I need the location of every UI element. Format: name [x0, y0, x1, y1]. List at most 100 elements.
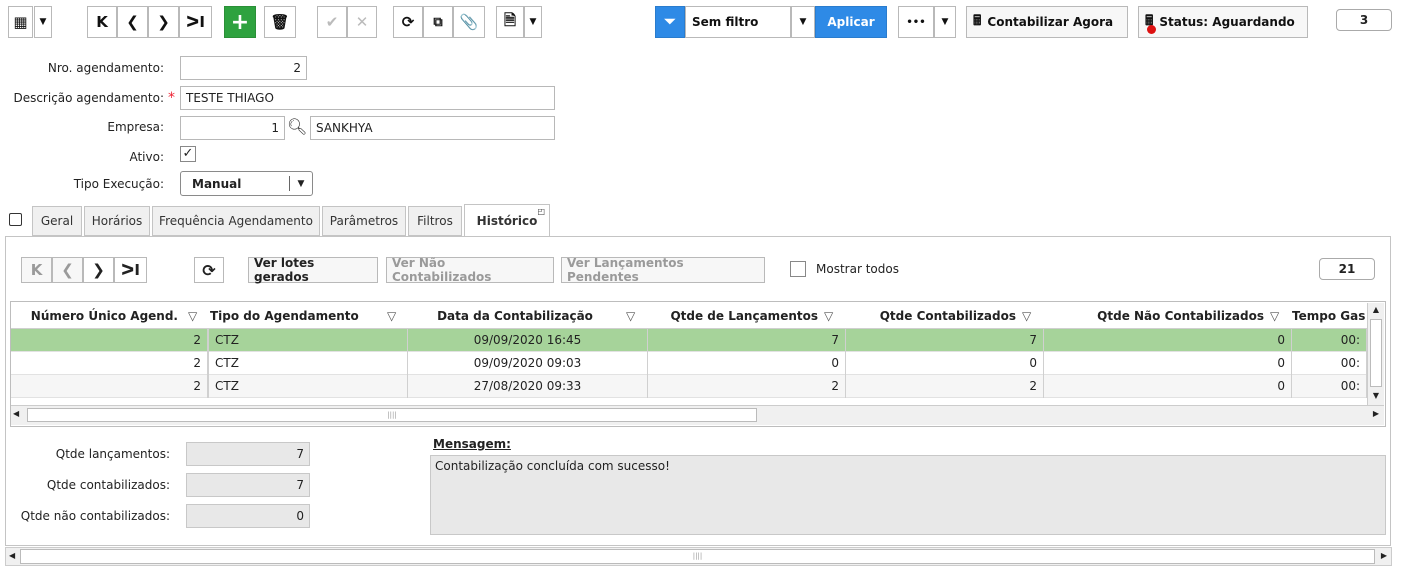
scroll-thumb[interactable]: ||||	[20, 549, 1375, 564]
grid-next-button[interactable]: ❯	[83, 257, 114, 283]
col-header-qtde-nao[interactable]: Qtde Não Contabilizados	[1044, 303, 1264, 329]
detach-icon[interactable]	[9, 213, 22, 226]
filter-select[interactable]: Sem filtro	[685, 6, 791, 38]
col-header-data[interactable]: Data da Contabilização	[408, 303, 622, 329]
table-cell: 2	[12, 352, 208, 375]
descricao-field[interactable]: TESTE THIAGO	[180, 86, 555, 110]
filter-icon-button[interactable]: ⏷	[655, 6, 685, 38]
qtde-nao-contabilizados-field: 0	[186, 504, 310, 528]
prev-icon: ❮	[61, 261, 74, 279]
scroll-left-icon[interactable]: ◀	[9, 551, 15, 560]
next-record-button[interactable]: ❯	[148, 6, 179, 38]
tab-geral[interactable]: Geral	[32, 206, 82, 236]
ativo-checkbox[interactable]: ✓	[180, 146, 196, 162]
scroll-left-icon[interactable]: ◀	[13, 409, 19, 418]
table-cell: CTZ	[208, 375, 408, 398]
filter-icon[interactable]: ▽	[824, 309, 833, 323]
tab-horarios[interactable]: Horários	[84, 206, 150, 236]
check-icon: ✓	[182, 146, 194, 161]
col-header-tempo[interactable]: Tempo Gas	[1292, 303, 1368, 329]
copy-button[interactable]: ⧉	[423, 6, 453, 38]
table-cell: 09/09/2020 09:03	[408, 352, 648, 375]
more-actions-button[interactable]: •••	[898, 6, 934, 38]
grid-view-dropdown[interactable]: ▼	[34, 6, 52, 38]
expand-tab-icon: ◰	[537, 207, 545, 216]
attach-button[interactable]: 📎	[453, 6, 485, 38]
contabilizar-agora-button[interactable]: 🖩 Contabilizar Agora	[966, 6, 1128, 38]
scroll-thumb[interactable]	[1370, 319, 1382, 387]
copy-icon: ⧉	[433, 14, 443, 30]
mostrar-todos-checkbox[interactable]	[790, 261, 806, 277]
filter-icon[interactable]: ▽	[387, 309, 396, 323]
grid-vertical-scrollbar[interactable]: ▲ ▼	[1367, 303, 1384, 405]
ver-lotes-button[interactable]: Ver lotes gerados	[248, 256, 378, 284]
grid-view-button[interactable]: ▦	[8, 6, 33, 38]
qtde-lancamentos-field: 7	[186, 442, 310, 466]
chevron-down-icon: ▼	[941, 17, 949, 27]
empresa-name-field[interactable]: SANKHYA	[310, 116, 555, 140]
export-button[interactable]: 🗎	[496, 6, 524, 38]
next-icon: ❯	[92, 261, 105, 279]
table-cell: 00:	[1292, 352, 1367, 375]
ver-nao-contabilizados-button[interactable]: Ver Não Contabilizados	[386, 256, 554, 284]
empresa-code-field[interactable]: 1	[180, 116, 285, 140]
nro-agendamento-field[interactable]: 2	[180, 56, 307, 80]
search-icon[interactable]: 🔍︎	[287, 117, 307, 136]
grid-first-button[interactable]: K	[21, 257, 52, 283]
table-cell: CTZ	[208, 329, 408, 352]
refresh-button[interactable]: ⟳	[393, 6, 423, 38]
filter-icon[interactable]: ▽	[626, 309, 635, 323]
scroll-down-icon[interactable]: ▼	[1368, 389, 1384, 403]
scroll-right-icon[interactable]: ▶	[1373, 409, 1379, 418]
filter-icon[interactable]: ▽	[1022, 309, 1031, 323]
col-header-numero[interactable]: Número Único Agend.	[12, 303, 182, 329]
tab-parametros[interactable]: Parâmetros	[322, 206, 406, 236]
more-actions-dropdown[interactable]: ▼	[934, 6, 956, 38]
grid-horizontal-scrollbar[interactable]: ◀ |||| ▶	[11, 405, 1384, 425]
col-header-tipo[interactable]: Tipo do Agendamento	[210, 303, 380, 329]
add-button[interactable]: +	[224, 6, 256, 38]
tab-historico[interactable]: Histórico ◰	[464, 204, 550, 237]
table-cell: 7	[846, 329, 1044, 352]
tab-filtros[interactable]: Filtros	[408, 206, 462, 236]
confirm-button[interactable]: ✔	[317, 6, 347, 38]
delete-button[interactable]: 🗑	[264, 6, 296, 38]
scroll-thumb[interactable]: ||||	[27, 408, 757, 422]
table-cell: 0	[846, 352, 1044, 375]
col-header-qtde-lanc[interactable]: Qtde de Lançamentos	[648, 303, 818, 329]
grid-refresh-button[interactable]: ⟳	[194, 257, 224, 283]
scroll-right-icon[interactable]: ▶	[1381, 551, 1387, 560]
first-icon: K	[30, 261, 43, 279]
filter-icon[interactable]: ▽	[1270, 309, 1279, 323]
table-cell: 7	[648, 329, 846, 352]
tab-frequencia[interactable]: Frequência Agendamento	[152, 206, 320, 236]
table-cell: 2	[12, 375, 208, 398]
table-cell: 00:	[1292, 329, 1367, 352]
status-calculator-icon: 🖩	[1145, 10, 1157, 34]
tipo-execucao-select[interactable]: Manual ▼	[180, 171, 313, 196]
qtde-contabilizados-field: 7	[186, 473, 310, 497]
cancel-button[interactable]: ✕	[347, 6, 377, 38]
filter-icon[interactable]: ▽	[188, 309, 197, 323]
export-dropdown[interactable]: ▼	[524, 6, 542, 38]
filter-dropdown[interactable]: ▼	[791, 6, 815, 38]
ver-lancamentos-pendentes-button[interactable]: Ver Lançamentos Pendentes	[561, 256, 765, 284]
page-horizontal-scrollbar[interactable]: ◀ |||| ▶	[5, 547, 1392, 566]
apply-filter-button[interactable]: Aplicar	[815, 6, 887, 38]
next-icon: ❯	[157, 13, 170, 31]
table-cell: 0	[1044, 375, 1292, 398]
first-record-button[interactable]: K	[87, 6, 117, 38]
status-button[interactable]: 🖩 Status: Aguardando	[1138, 6, 1308, 38]
grid-prev-button[interactable]: ❮	[52, 257, 83, 283]
last-icon: ᐳI	[121, 261, 140, 279]
last-record-button[interactable]: ᐳI	[179, 6, 212, 38]
grid-last-button[interactable]: ᐳI	[114, 257, 147, 283]
scroll-up-icon[interactable]: ▲	[1368, 303, 1384, 317]
prev-record-button[interactable]: ❮	[117, 6, 148, 38]
grid-record-count[interactable]: 21	[1319, 258, 1375, 280]
record-count-badge[interactable]: 3	[1336, 9, 1392, 31]
mensagem-field: Contabilização concluída com sucesso!	[430, 455, 1386, 535]
trash-icon: 🗑	[270, 13, 290, 31]
col-header-qtde-contab[interactable]: Qtde Contabilizados	[846, 303, 1016, 329]
qtde-contabilizados-label: Qtde contabilizados:	[46, 478, 170, 492]
